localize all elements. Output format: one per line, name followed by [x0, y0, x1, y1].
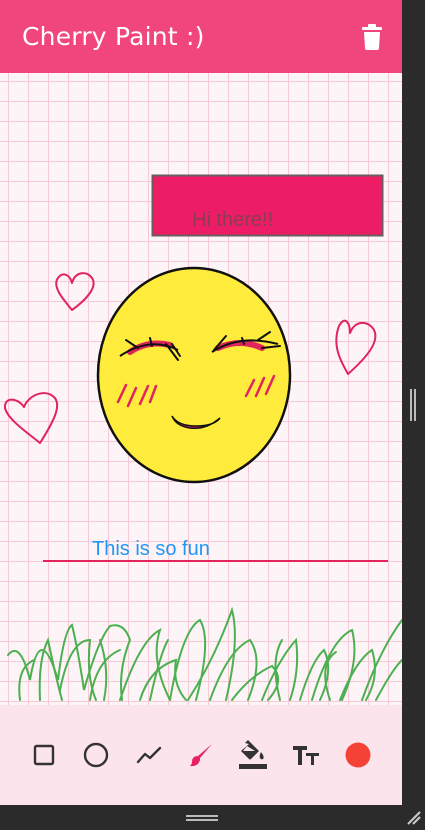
text-tool[interactable] [288, 737, 324, 773]
fill-tool[interactable] [235, 737, 271, 773]
note-text: Hi there!! [192, 209, 273, 231]
paint-app: Cherry Paint :) Hi there!! This is so fu… [0, 0, 402, 805]
polyline-icon [136, 746, 161, 764]
smiley-face-drawing [96, 266, 292, 484]
trash-icon [362, 23, 382, 50]
brush-tool[interactable] [183, 737, 219, 773]
drawing-canvas[interactable]: Hi there!! This is so fun [0, 73, 402, 705]
tool-bar [0, 705, 402, 805]
resize-grip-icon[interactable] [402, 806, 422, 826]
text-note[interactable]: Hi there!! [151, 174, 384, 237]
heart-drawing-2 [335, 319, 377, 375]
paint-bucket-icon [239, 740, 268, 769]
square-outline-icon [33, 744, 55, 766]
delete-button[interactable] [358, 23, 386, 51]
rectangle-tool[interactable] [26, 737, 62, 773]
text-size-icon [292, 746, 319, 765]
side-drag-handle[interactable] [409, 389, 417, 421]
color-picker[interactable] [340, 737, 376, 773]
circle-tool[interactable] [78, 737, 114, 773]
heart-drawing-1 [55, 272, 95, 311]
line-tool[interactable] [131, 737, 167, 773]
heart-drawing-3 [3, 392, 59, 444]
caption-text: This is so fun [92, 538, 210, 560]
grass-drawing [7, 606, 402, 701]
app-bar: Cherry Paint :) [0, 0, 402, 73]
bottom-drag-handle[interactable] [186, 814, 218, 822]
app-title: Cherry Paint :) [22, 22, 205, 51]
color-swatch-icon [345, 742, 371, 768]
circle-outline-icon [84, 742, 109, 768]
brush-icon [189, 744, 212, 767]
